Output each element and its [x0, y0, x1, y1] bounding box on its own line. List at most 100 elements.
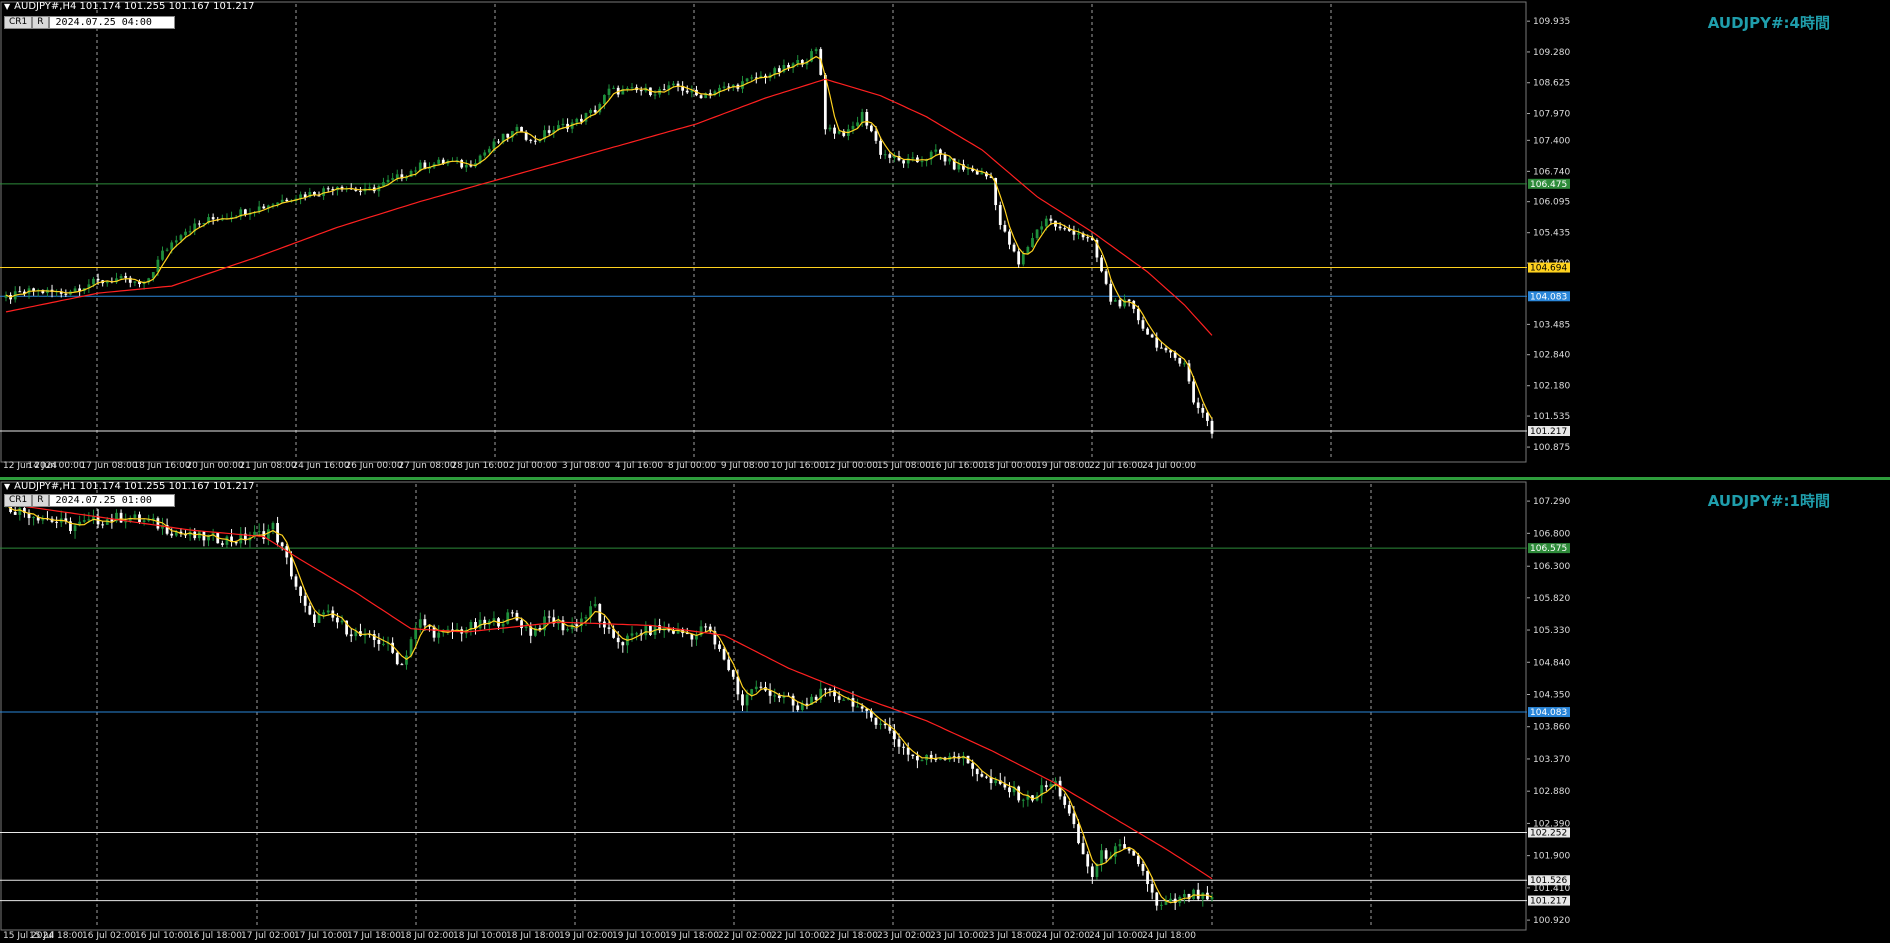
- candle-body: [1206, 412, 1209, 421]
- candle-body: [644, 625, 648, 636]
- candle-body: [266, 529, 270, 540]
- candle-body: [382, 643, 385, 645]
- candle-body: [533, 140, 537, 142]
- candle-body: [874, 717, 878, 725]
- x-tick-label: 20 Jun 00:00: [186, 461, 243, 471]
- y-tick-label: 105.330: [1533, 626, 1570, 636]
- candle-body: [837, 696, 841, 700]
- candle-body: [759, 686, 763, 688]
- candles-group: [4, 47, 1214, 439]
- x-tick-label: 19 Jul 08:00: [1036, 461, 1090, 471]
- candle-body: [980, 774, 984, 777]
- candle-body: [1067, 804, 1071, 814]
- y-tick-label: 108.625: [1533, 79, 1570, 89]
- candle-body: [400, 664, 404, 666]
- h1-chart-canvas[interactable]: 15 Jul 202415 Jul 18:00 16 Jul 02:00 16 Ju…: [0, 480, 1890, 943]
- candle-body: [823, 74, 827, 130]
- candle-body: [1008, 231, 1011, 245]
- h1-tag-r[interactable]: R: [32, 494, 49, 507]
- candle-body: [630, 87, 634, 89]
- price-level-label: 102.252: [1530, 828, 1567, 838]
- candle-body: [1044, 785, 1048, 788]
- h4-chart-pane[interactable]: 12 Jun 2024 14 Jun 00:00 17 Jun 08:00 18 Ju…: [0, 0, 1890, 476]
- h4-chart-canvas[interactable]: 12 Jun 202414 Jun 00:0017 Jun 08:0018 Ju…: [0, 0, 1890, 476]
- candle-body: [308, 605, 312, 615]
- candle-body: [575, 118, 579, 123]
- x-tick-label: 24 Jul 10:00: [1089, 931, 1143, 941]
- candle-body: [220, 543, 224, 545]
- x-tick-label: 24 Jun 16:00: [292, 461, 349, 471]
- candle-body: [423, 619, 427, 626]
- h4-tag-cr1[interactable]: CR1: [4, 16, 33, 29]
- x-tick-label: 22 Jul 10:00: [771, 931, 825, 941]
- candle-body: [902, 746, 905, 748]
- candle-body: [1081, 843, 1085, 855]
- candle-body: [860, 111, 864, 123]
- ma-slow-line: [5, 503, 1213, 880]
- y-tick-label: 107.290: [1533, 497, 1570, 507]
- candle-body: [1113, 300, 1117, 302]
- candle-body: [142, 520, 146, 523]
- x-tick-label: 19 Jul 10:00: [612, 931, 666, 941]
- candle-body: [64, 293, 68, 295]
- x-tick-label: 16 Jul 16:00: [930, 461, 984, 471]
- candle-body: [888, 154, 892, 158]
- candle-body: [271, 523, 275, 530]
- candle-body: [478, 619, 482, 629]
- x-tick-label: 27 Jun 08:00: [398, 461, 455, 471]
- x-tick-label: 24 Jul 02:00: [1036, 931, 1090, 941]
- x-tick-label: 16 Jul 10:00: [135, 931, 189, 941]
- candle-body: [1123, 844, 1126, 849]
- collapse-triangle-icon[interactable]: ▼: [4, 2, 10, 11]
- collapse-triangle-icon[interactable]: ▼: [4, 482, 10, 491]
- candle-body: [280, 199, 284, 203]
- h1-tag-cr1[interactable]: CR1: [4, 494, 33, 507]
- candle-body: [418, 619, 422, 628]
- candle-body: [87, 519, 91, 521]
- candle-body: [1086, 237, 1090, 239]
- h1-chart-header: ▼ AUDJPY#,H1 101.174 101.255 101.167 101.…: [4, 481, 254, 492]
- x-tick-label: 17 Jul 10:00: [294, 931, 348, 941]
- candle-body: [561, 123, 565, 126]
- x-tick-label: 17 Jul 02:00: [241, 931, 295, 941]
- candle-body: [911, 157, 915, 159]
- candle-body: [1196, 402, 1200, 408]
- x-tick-label: 21 Jun 08:00: [239, 461, 296, 471]
- x-tick-label: 18 Jul 02:00: [400, 931, 454, 941]
- candle-body: [1201, 407, 1205, 413]
- candle-body: [262, 206, 266, 209]
- y-tick-label: 105.820: [1533, 594, 1570, 604]
- x-tick-label: 23 Jul 10:00: [930, 931, 984, 941]
- candle-body: [1021, 253, 1025, 265]
- candle-body: [96, 278, 100, 281]
- h4-tag-r[interactable]: R: [32, 16, 49, 29]
- candle-body: [464, 164, 468, 168]
- candle-body: [101, 524, 105, 526]
- candle-body: [1141, 320, 1145, 329]
- candle-body: [750, 77, 754, 79]
- y-tick-label: 106.300: [1533, 562, 1570, 572]
- candle-body: [731, 670, 735, 677]
- candle-body: [1077, 233, 1080, 235]
- candle-body: [156, 259, 160, 273]
- x-tick-label: 26 Jun 00:00: [345, 461, 402, 471]
- y-tick-label: 107.400: [1533, 136, 1570, 146]
- candle-body: [322, 612, 325, 615]
- price-level-label: 106.475: [1530, 180, 1567, 190]
- candle-body: [395, 174, 399, 179]
- candle-body: [593, 604, 597, 607]
- candle-body: [566, 629, 569, 631]
- h4-chart-header: ▼ AUDJPY#,H4 101.174 101.255 101.167 101.…: [4, 1, 254, 12]
- candle-body: [791, 695, 795, 706]
- candle-body: [1100, 850, 1103, 864]
- candle-body: [635, 633, 638, 635]
- candle-body: [303, 595, 307, 606]
- candle-body: [317, 614, 321, 623]
- candle-body: [1100, 257, 1103, 272]
- candle-body: [280, 542, 284, 547]
- price-level-label: 101.217: [1530, 897, 1567, 907]
- h1-chart-pane[interactable]: 15 Jul 2024 15 Jul 18:00 16 Jul 02:00 16 Ju…: [0, 477, 1890, 943]
- candle-body: [1118, 844, 1122, 847]
- candle-body: [580, 118, 583, 122]
- candle-body: [607, 88, 611, 95]
